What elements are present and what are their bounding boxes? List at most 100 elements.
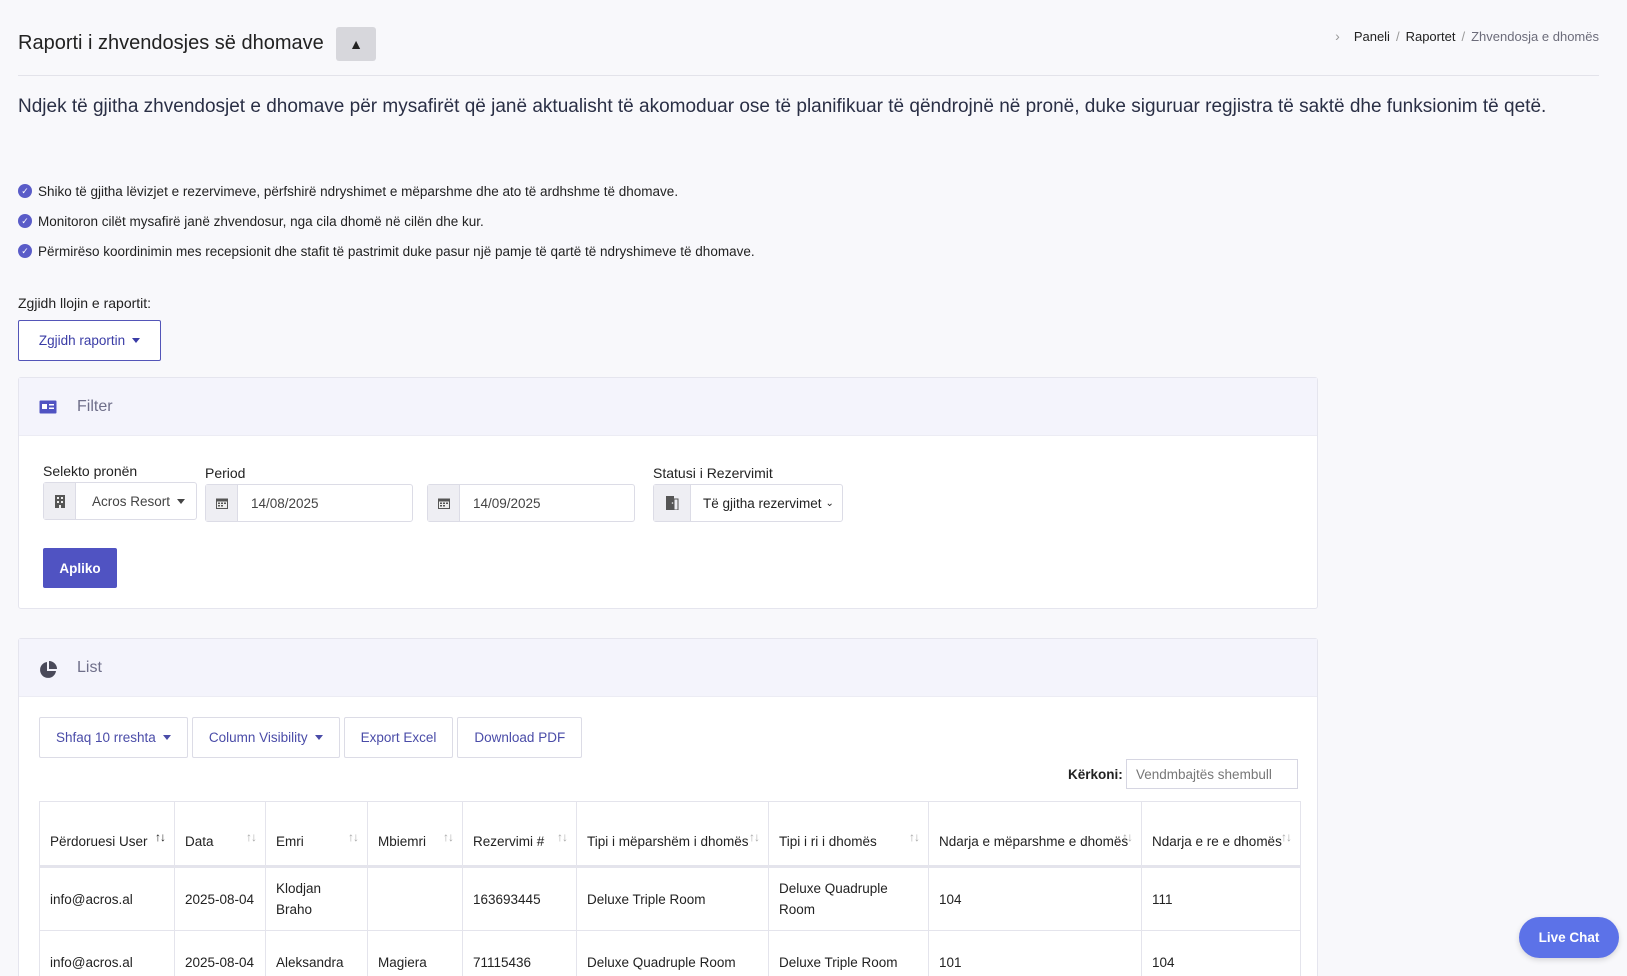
list-title: List — [77, 658, 102, 676]
breadcrumb-separator: / — [1461, 28, 1466, 44]
column-header-user[interactable]: Përdoruesi User ↑↓ — [39, 801, 175, 868]
status-label: Statusi i Rezervimit — [653, 465, 773, 481]
cell-user: info@acros.al — [39, 930, 175, 976]
bullet-text: Monitoron cilët mysafirë janë zhvendosur… — [38, 213, 484, 229]
list-card: List Shfaq 10 rreshta Column Visibility … — [18, 638, 1318, 976]
search-input[interactable]: Vendmbajtës shembull — [1126, 759, 1298, 789]
date-from-field[interactable]: 14/08/2025 — [205, 484, 413, 522]
table-row: info@acros.al 2025-08-04 Klodjan Braho 1… — [39, 866, 1301, 931]
breadcrumb-item-raportet[interactable]: Raportet — [1406, 29, 1456, 44]
period-label: Period — [205, 465, 246, 481]
check-circle-icon: ✓ — [18, 184, 32, 198]
table-header-row: Përdoruesi User ↑↓ Data ↑↓ Emri ↑↓ Mbiemri ↑… — [39, 801, 1301, 868]
room-move-table: Përdoruesi User ↑↓ Data ↑↓ Emri ↑↓ Mbiemri ↑… — [39, 801, 1301, 976]
door-icon — [654, 485, 691, 521]
column-header-prev-room[interactable]: Ndarja e mëparshme e dhomës ↑↓ — [928, 801, 1142, 868]
cell-new-room-type: Deluxe Triple Room — [768, 930, 929, 976]
caret-down-icon — [177, 498, 186, 504]
sort-icon: ↑↓ — [1122, 830, 1133, 844]
sort-icon: ↑↓ — [246, 830, 257, 844]
cell-new-room: 111 — [1141, 866, 1301, 931]
search-label: Kërkoni: — [1068, 767, 1123, 782]
property-value: Acros Resort — [92, 493, 171, 509]
sort-icon: ↑↓ — [749, 830, 760, 844]
id-card-icon — [39, 400, 57, 414]
column-header-new-room[interactable]: Ndarja e re e dhomës ↑↓ — [1141, 801, 1301, 868]
bullet-text: Përmirëso koordinimin mes recepsionit dh… — [38, 243, 755, 259]
caret-down-icon — [162, 735, 171, 740]
caret-down-icon — [132, 338, 141, 343]
sort-icon: ↑↓ — [348, 830, 359, 844]
check-circle-icon: ✓ — [18, 244, 32, 258]
column-header-reservation[interactable]: Rezervimi # ↑↓ — [462, 801, 577, 868]
breadcrumb-item-paneli[interactable]: Paneli — [1354, 29, 1390, 44]
property-select[interactable]: Acros Resort — [43, 482, 197, 520]
pie-chart-icon — [39, 660, 57, 678]
column-visibility-label: Column Visibility — [208, 730, 308, 745]
cell-last-name — [367, 866, 463, 931]
date-to-field[interactable]: 14/09/2025 — [427, 484, 635, 522]
check-circle-icon: ✓ — [18, 214, 32, 228]
rows-per-page-button[interactable]: Shfaq 10 rreshta — [39, 717, 188, 758]
table-row: info@acros.al 2025-08-04 Aleksandra Magi… — [39, 930, 1301, 976]
cell-date: 2025-08-04 — [174, 866, 266, 931]
column-header-date[interactable]: Data ↑↓ — [174, 801, 266, 868]
cell-new-room-type: Deluxe Quadruple Room — [768, 866, 929, 931]
cell-prev-room: 104 — [928, 866, 1142, 931]
sort-icon: ↑↓ — [443, 830, 454, 844]
cell-user: info@acros.al — [39, 866, 175, 931]
filter-title: Filter — [77, 397, 113, 415]
sort-icon: ↑↓ — [1281, 830, 1292, 844]
calendar-icon — [428, 485, 460, 521]
feature-list: ✓ Shiko të gjitha lëvizjet e rezervimeve… — [18, 176, 755, 266]
list-item: ✓ Shiko të gjitha lëvizjet e rezervimeve… — [18, 176, 755, 206]
building-icon — [44, 483, 76, 519]
status-select[interactable]: Të gjitha rezervimet ⌄ — [653, 484, 843, 522]
sort-icon: ↑↓ — [557, 830, 568, 844]
apply-button[interactable]: Apliko — [43, 548, 117, 588]
cell-reservation: 71115436 — [462, 930, 577, 976]
property-label: Selekto pronën — [43, 463, 138, 479]
breadcrumb-current: Zhvendosja e dhomës — [1471, 28, 1599, 44]
cell-date: 2025-08-04 — [174, 930, 266, 976]
column-header-new-room-type[interactable]: Tipi i ri i dhomës ↑↓ — [768, 801, 929, 868]
rows-per-page-label: Shfaq 10 rreshta — [56, 730, 156, 745]
list-header: List — [19, 639, 1317, 697]
cell-reservation: 163693445 — [462, 866, 577, 931]
cell-prev-room-type: Deluxe Triple Room — [576, 866, 769, 931]
chevron-down-icon: ⌄ — [825, 497, 834, 509]
sort-asc-icon: ↑↓ — [155, 830, 166, 844]
bullet-text: Shiko të gjitha lëvizjet e rezervimeve, … — [38, 183, 679, 199]
breadcrumb-separator: / — [1395, 28, 1400, 44]
cell-first-name: Aleksandra — [265, 930, 368, 976]
report-type-dropdown[interactable]: Zgjidh raportin — [18, 320, 161, 361]
breadcrumb: › Paneli / Raportet / Zhvendosja e dhomë… — [1335, 28, 1599, 44]
page-title: Raporti i zhvendosjes së dhomave — [18, 32, 324, 54]
column-visibility-button[interactable]: Column Visibility — [191, 717, 340, 758]
column-header-first-name[interactable]: Emri ↑↓ — [265, 801, 368, 868]
sort-icon: ↑↓ — [909, 830, 920, 844]
column-header-last-name[interactable]: Mbiemri ↑↓ — [367, 801, 463, 868]
status-value: Të gjitha rezervimet — [703, 495, 822, 511]
date-from-value: 14/08/2025 — [251, 495, 319, 511]
report-type-label: Zgjidh llojin e raportit: — [18, 295, 152, 311]
table-toolbar: Shfaq 10 rreshta Column Visibility Expor… — [39, 717, 583, 758]
filter-header: Filter — [19, 378, 1317, 436]
download-pdf-button[interactable]: Download PDF — [457, 717, 583, 758]
collapse-button[interactable]: ▲ — [336, 27, 376, 61]
caret-down-icon — [314, 735, 323, 740]
list-item: ✓ Përmirëso koordinimin mes recepsionit … — [18, 236, 755, 266]
filter-card: Filter Selekto pronën Acros Resort Perio… — [18, 377, 1318, 609]
intro-text: Ndjek të gjitha zhvendosjet e dhomave pë… — [18, 96, 1547, 117]
cell-last-name: Magiera — [367, 930, 463, 976]
live-chat-button[interactable]: Live Chat — [1519, 917, 1619, 958]
date-to-value: 14/09/2025 — [473, 495, 541, 511]
cell-prev-room: 101 — [928, 930, 1142, 976]
cell-new-room: 104 — [1141, 930, 1301, 976]
cell-first-name: Klodjan Braho — [265, 866, 368, 931]
column-header-prev-room-type[interactable]: Tipi i mëparshëm i dhomës ↑↓ — [576, 801, 769, 868]
export-excel-button[interactable]: Export Excel — [343, 717, 454, 758]
page-header: Raporti i zhvendosjes së dhomave ▲ › Pan… — [18, 24, 1599, 76]
chevron-right-icon: › — [1335, 28, 1340, 44]
calendar-icon — [206, 485, 238, 521]
